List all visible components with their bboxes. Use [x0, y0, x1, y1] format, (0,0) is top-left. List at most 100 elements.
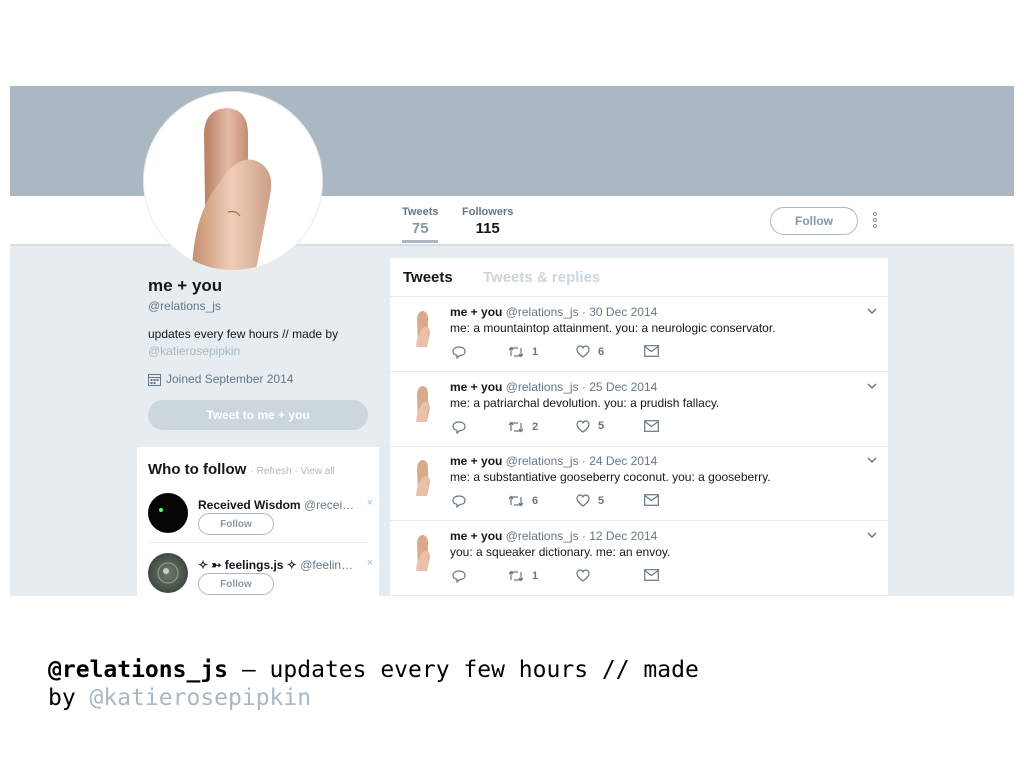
tweet-to-button[interactable]: Tweet to me + you: [148, 400, 368, 430]
twitter-profile-screenshot: Tweets 75 Followers 115 Follow me + you …: [10, 86, 1014, 596]
tweet-text: you: a squeaker dictionary. me: an envoy…: [450, 544, 671, 559]
refresh-link[interactable]: Refresh: [257, 466, 292, 477]
reply-button[interactable]: [452, 420, 466, 434]
tweet-timeline: Tweets Tweets & replies me + you @relati…: [390, 258, 888, 596]
retweet-icon: [508, 421, 524, 432]
reply-icon: [452, 495, 466, 508]
tweet-author[interactable]: me + you: [450, 305, 502, 319]
dm-button[interactable]: [644, 345, 659, 357]
dm-button[interactable]: [644, 419, 659, 432]
timeline-tabs: Tweets Tweets & replies: [390, 258, 888, 297]
dismiss-icon[interactable]: ×: [367, 557, 373, 569]
dm-button[interactable]: [644, 568, 659, 581]
who-to-follow-panel: Who to follow · Refresh · View all Recei…: [137, 447, 379, 596]
suggestion-item[interactable]: Received Wisdom @recei… × Follow: [148, 493, 373, 541]
who-to-follow-heading: Who to follow: [148, 461, 247, 478]
reply-button[interactable]: [452, 494, 466, 508]
retweet-icon: [508, 346, 524, 358]
chevron-down-icon[interactable]: [866, 454, 878, 466]
tweet-actions: 25: [452, 419, 712, 434]
suggestion-name[interactable]: Received Wisdom @recei…: [198, 498, 363, 512]
chevron-down-icon[interactable]: [866, 529, 878, 541]
like-count: 5: [598, 420, 605, 432]
retweet-button[interactable]: 2: [508, 420, 538, 434]
avatar[interactable]: [148, 553, 188, 593]
dismiss-icon[interactable]: ×: [367, 497, 373, 509]
fingers-avatar: [192, 108, 272, 270]
like-icon: [576, 419, 590, 433]
tweet-author[interactable]: me + you: [450, 380, 502, 394]
retweet-button[interactable]: 1: [508, 569, 538, 583]
tweet-item[interactable]: me + you @relations_js · 24 Dec 2014 me: …: [390, 446, 888, 521]
caption-handle: @relations_js: [48, 657, 229, 683]
retweet-count: 2: [532, 420, 539, 433]
dm-button[interactable]: [644, 494, 659, 506]
tweet-item[interactable]: me + you @relations_js · 30 Dec 2014 me: …: [390, 297, 888, 372]
tweet-meta[interactable]: @relations_js · 12 Dec 2014: [506, 529, 658, 543]
tweet-author[interactable]: me + you: [450, 454, 502, 468]
joined-date: Joined September 2014: [148, 372, 378, 386]
followers-stat-label: Followers: [462, 206, 514, 218]
dm-icon: [644, 419, 659, 432]
like-button[interactable]: 6: [576, 345, 604, 358]
like-count: 6: [598, 345, 605, 358]
suggestion-follow-button[interactable]: Follow: [198, 513, 274, 535]
who-to-follow-title: Who to follow · Refresh · View all: [148, 461, 335, 478]
follow-button[interactable]: Follow: [770, 207, 858, 235]
tweet-header: me + you @relations_js · 24 Dec 2014: [450, 454, 657, 468]
tweet-actions: 1: [452, 568, 712, 583]
tweet-author[interactable]: me + you: [450, 529, 502, 543]
reply-icon: [452, 420, 466, 434]
divider: [148, 542, 368, 543]
tweet-item[interactable]: me + you @relations_js · 25 Dec 2014 me: …: [390, 372, 888, 447]
retweet-count: 6: [532, 495, 539, 507]
avatar[interactable]: [148, 493, 188, 533]
tweet-text: me: a mountaintop attainment. you: a neu…: [450, 321, 776, 335]
tweet-avatar[interactable]: [412, 309, 432, 347]
like-button[interactable]: 5: [576, 494, 604, 507]
reply-button[interactable]: [452, 569, 466, 583]
profile-bio-link[interactable]: @katierosepipkin: [148, 343, 378, 360]
retweet-icon: [508, 495, 524, 507]
tweet-text: me: a patriarchal devolution. you: a pru…: [450, 395, 720, 410]
like-button[interactable]: [576, 568, 598, 582]
tweet-meta[interactable]: @relations_js · 30 Dec 2014: [506, 305, 658, 319]
profile-name: me + you: [148, 276, 223, 295]
like-button[interactable]: 5: [576, 419, 605, 433]
tweet-item[interactable]: me + you @relations_js · 12 Dec 2014 you:…: [390, 521, 888, 596]
like-count: 5: [598, 494, 605, 507]
like-icon: [576, 494, 590, 507]
suggestion-follow-button[interactable]: Follow: [198, 573, 274, 595]
suggestion-name[interactable]: ✧ ➳ feelings.js ✧ @feelin…: [198, 558, 363, 572]
caption-link: @katierosepipkin: [89, 685, 312, 711]
tweet-avatar[interactable]: [412, 458, 432, 496]
tweet-avatar[interactable]: [412, 384, 432, 422]
followers-stat[interactable]: Followers 115: [462, 206, 513, 237]
tab-tweets-replies[interactable]: Tweets & replies: [483, 269, 600, 286]
tweet-avatar[interactable]: [412, 533, 432, 571]
retweet-button[interactable]: 1: [508, 345, 538, 359]
tweet-text: me: a substantiative gooseberry coconut.…: [450, 470, 771, 484]
dot-avatar-icon: [159, 508, 163, 512]
suggestion-item[interactable]: ✧ ➳ feelings.js ✧ @feelin… × Follow: [148, 553, 373, 596]
profile-handle[interactable]: @relations_js: [148, 299, 378, 313]
like-icon: [576, 345, 590, 358]
profile-bio: updates every few hours // made by @kati…: [148, 326, 378, 360]
retweet-button[interactable]: 6: [508, 494, 538, 508]
tweet-header: me + you @relations_js · 25 Dec 2014: [450, 380, 657, 394]
tab-tweets[interactable]: Tweets: [403, 269, 453, 286]
reply-button[interactable]: [452, 345, 466, 359]
dm-icon: [644, 494, 659, 506]
view-all-link[interactable]: View all: [301, 466, 335, 477]
dm-icon: [644, 568, 659, 581]
chevron-down-icon[interactable]: [866, 380, 878, 392]
more-icon[interactable]: [872, 212, 878, 228]
profile-card: me + you @relations_js updates every few…: [148, 276, 378, 430]
tweets-stat-value: 75: [411, 220, 429, 237]
profile-avatar[interactable]: [144, 92, 322, 270]
tweet-meta[interactable]: @relations_js · 24 Dec 2014: [506, 454, 658, 468]
tweets-stat[interactable]: Tweets 75: [402, 206, 439, 243]
chevron-down-icon[interactable]: [866, 305, 878, 317]
caption-text: — updates every few hours // made: [228, 657, 699, 683]
tweet-meta[interactable]: @relations_js · 25 Dec 2014: [506, 380, 658, 394]
